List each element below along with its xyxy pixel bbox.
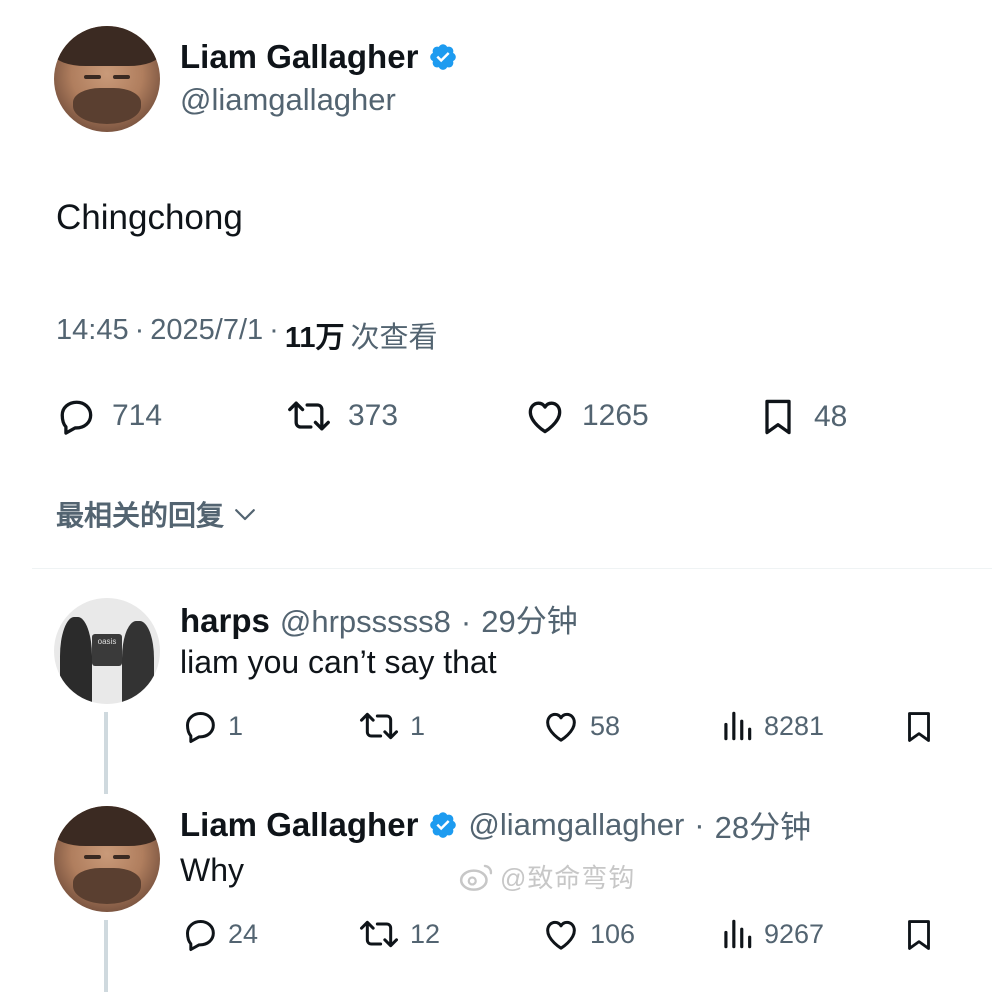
reply-button[interactable]: 714 [54,394,162,438]
tweet-time[interactable]: 14:45 [56,314,129,356]
reply-button[interactable]: 24 [180,914,258,954]
meta-separator: · [694,806,705,842]
reply-author-handle[interactable]: @hrpsssss8 [280,604,451,640]
verified-icon [430,811,457,838]
tweet-meta: 14:45 · 2025/7/1 · 11万 次查看 [56,314,438,356]
watermark-text: @致命弯钩 [500,863,636,893]
retweet-button[interactable]: 373 [284,394,398,438]
like-icon [528,401,562,434]
tweet-date[interactable]: 2025/7/1 [150,314,263,356]
bookmark-count: 48 [814,400,848,433]
views-count: 9267 [764,918,825,949]
views-button[interactable]: 8281 [718,706,824,746]
reply-text: liam you can’t say that [180,644,497,680]
retweet-button[interactable]: 1 [356,706,425,746]
retweet-button[interactable]: 12 [356,914,440,954]
main-author-avatar[interactable] [54,26,160,132]
meta-separator: · [134,314,145,346]
verified-icon [430,44,457,70]
reply-text: Why [180,852,244,888]
like-count: 58 [590,710,621,741]
section-divider [32,568,992,569]
retweet-icon [360,712,398,740]
like-button[interactable]: 1265 [522,394,649,438]
weibo-icon [459,864,493,891]
like-count: 106 [590,918,636,949]
bookmark-button[interactable] [900,706,938,753]
reply-count: 1 [228,710,244,741]
like-icon [546,712,576,742]
reply-sort-label: 最相关的回复 [56,500,225,531]
reply-count: 24 [228,918,259,949]
like-button[interactable]: 58 [540,706,620,746]
bookmark-button[interactable] [900,914,938,961]
like-icon [546,920,576,950]
retweet-icon [288,401,330,431]
thread-line [104,920,108,992]
reply-count: 714 [112,399,163,432]
reply-author-avatar[interactable]: oasis [54,598,160,704]
reply-icon [186,712,215,743]
main-tweet-text: Chingchong [56,198,243,237]
views-count: 11万 [284,322,345,354]
meta-separator: · [460,604,472,639]
bookmark-button[interactable]: 48 [756,394,847,440]
retweet-icon [360,920,398,948]
main-author-handle[interactable]: @liamgallagher [180,82,396,118]
bookmark-icon [908,712,930,742]
views-count: 8281 [764,710,825,741]
views-icon [724,919,752,949]
views-label: 次查看 [350,322,438,354]
bookmark-icon [908,920,930,950]
bookmark-icon [765,399,791,435]
reply-author-avatar[interactable] [54,806,160,912]
watermark: @致命弯钩 [458,858,635,895]
reply-time[interactable]: 29分钟 [481,596,577,641]
retweet-count: 12 [410,918,441,949]
views-button[interactable]: 9267 [718,914,824,954]
reply-time[interactable]: 28分钟 [715,802,811,847]
retweet-count: 373 [348,399,399,432]
like-count: 1265 [582,399,649,432]
reply-author-name[interactable]: Liam Gallagher [180,806,418,844]
thread-line [104,712,108,794]
main-author-name[interactable]: Liam Gallagher [180,38,418,76]
retweet-count: 1 [410,710,426,741]
reply-icon [186,920,215,951]
reply-sort-dropdown[interactable]: 最相关的回复 [56,494,260,534]
reply-button[interactable]: 1 [180,706,243,746]
chevron-down-icon [235,509,255,521]
reply-author-name[interactable]: harps [180,602,270,640]
meta-separator: · [269,314,279,346]
avatar-logo-text: oasis [97,637,117,647]
reply-icon [60,400,93,435]
reply-author-handle[interactable]: @liamgallagher [468,807,684,843]
views-icon [724,711,752,741]
like-button[interactable]: 106 [540,914,635,954]
